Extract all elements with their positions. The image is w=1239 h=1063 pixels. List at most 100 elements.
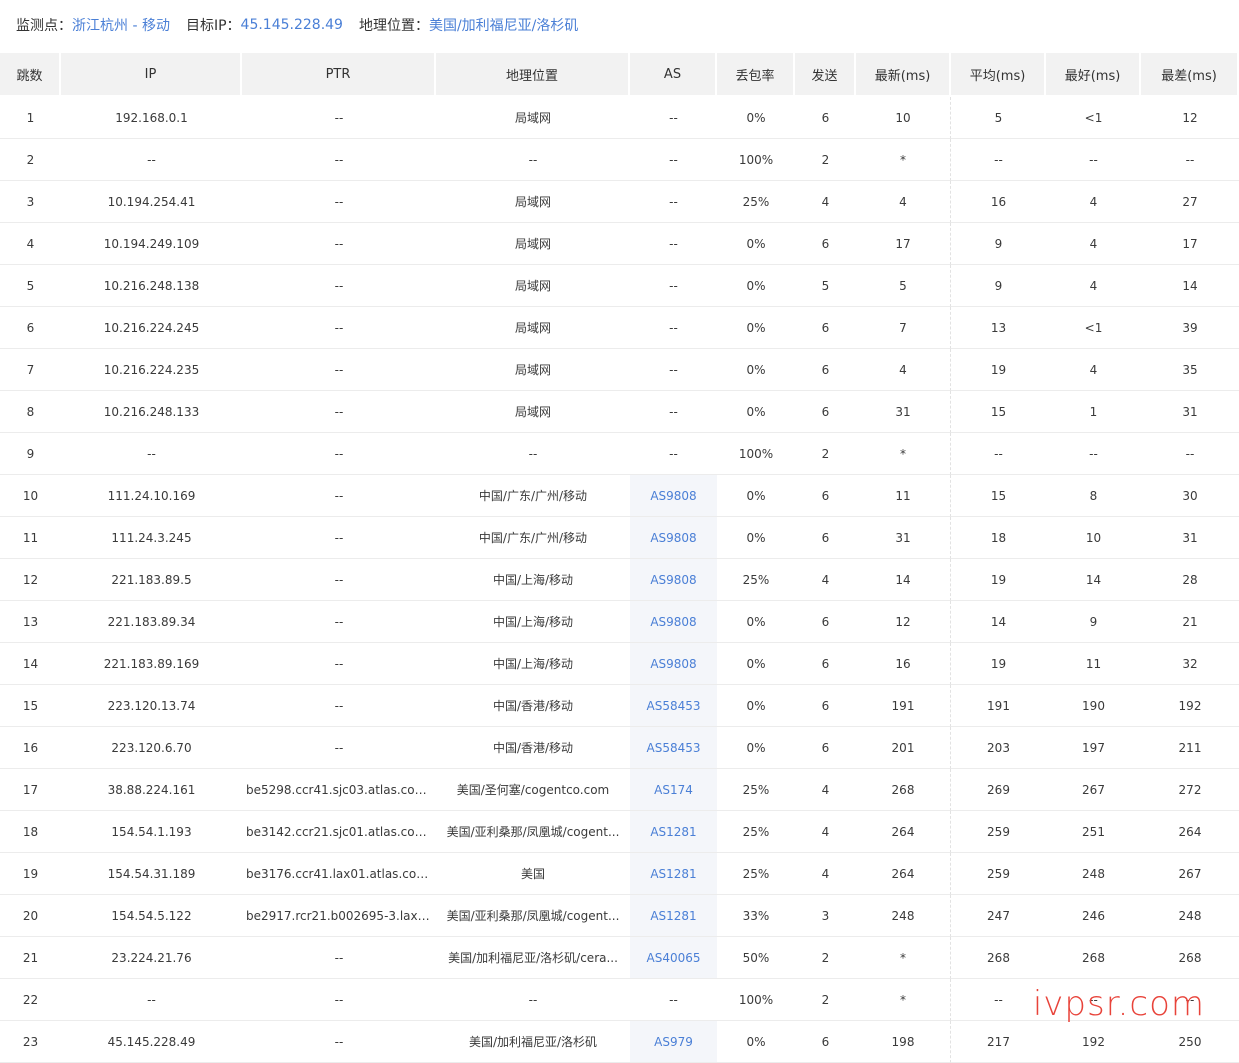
cell-ip: 23.224.21.76 <box>61 937 242 979</box>
cell-best: <1 <box>1046 97 1141 139</box>
cell-ptr: -- <box>242 559 436 601</box>
cell-loss: 0% <box>717 349 795 391</box>
table-row: 7 10.216.224.235 -- 局域网 -- 0% 6 4 19 4 35 <box>0 349 1239 391</box>
cell-worst: 39 <box>1141 307 1239 349</box>
cell-ip: 10.216.248.133 <box>61 391 242 433</box>
cell-ip: 10.194.249.109 <box>61 223 242 265</box>
col-loss-header: 丢包率 <box>717 53 795 97</box>
cell-as: AS9808 <box>630 643 717 685</box>
cell-avg: 19 <box>951 559 1046 601</box>
table-row: 11 111.24.3.245 -- 中国/广东/广州/移动 AS9808 0% 6 31 18… <box>0 517 1239 559</box>
cell-best: 14 <box>1046 559 1141 601</box>
cell-last: 17 <box>856 223 951 265</box>
cell-hop: 7 <box>0 349 61 391</box>
cell-sent: 4 <box>795 853 856 895</box>
cell-ptr: -- <box>242 517 436 559</box>
as-link[interactable]: AS1281 <box>650 909 696 923</box>
cell-last: 7 <box>856 307 951 349</box>
cell-loss: 0% <box>717 391 795 433</box>
cell-ip: 10.216.224.245 <box>61 307 242 349</box>
cell-worst: 27 <box>1141 181 1239 223</box>
cell-ip: -- <box>61 433 242 475</box>
cell-hop: 2 <box>0 139 61 181</box>
cell-last: 5 <box>856 265 951 307</box>
as-link[interactable]: AS979 <box>654 1035 693 1049</box>
as-link[interactable]: AS9808 <box>650 573 696 587</box>
cell-ptr: -- <box>242 265 436 307</box>
as-link[interactable]: AS58453 <box>647 699 701 713</box>
cell-ip: 221.183.89.5 <box>61 559 242 601</box>
cell-ptr: -- <box>242 1021 436 1063</box>
cell-geo: 中国/广东/广州/移动 <box>436 475 630 517</box>
table-row: 21 23.224.21.76 -- 美国/加利福尼亚/洛杉矶/cera... AS40… <box>0 937 1239 979</box>
cell-ptr: -- <box>242 979 436 1021</box>
cell-worst: 268 <box>1141 937 1239 979</box>
cell-best: 190 <box>1046 685 1141 727</box>
monitor-value[interactable]: 浙江杭州 - 移动 <box>72 15 170 35</box>
cell-sent: 6 <box>795 97 856 139</box>
cell-worst: 267 <box>1141 853 1239 895</box>
geo-value[interactable]: 美国/加利福尼亚/洛杉矶 <box>429 15 578 35</box>
cell-avg: 19 <box>951 349 1046 391</box>
as-link[interactable]: AS1281 <box>650 825 696 839</box>
cell-geo: 美国/圣何塞/cogentco.com <box>436 769 630 811</box>
cell-as: AS9808 <box>630 475 717 517</box>
table-row: 8 10.216.248.133 -- 局域网 -- 0% 6 31 15 1 31 <box>0 391 1239 433</box>
cell-avg: 9 <box>951 223 1046 265</box>
cell-as: AS9808 <box>630 559 717 601</box>
monitor-label: 监测点： <box>16 18 72 34</box>
cell-best: 192 <box>1046 1021 1141 1063</box>
as-link[interactable]: AS9808 <box>650 531 696 545</box>
cell-best: -- <box>1046 979 1141 1021</box>
cell-as: -- <box>630 181 717 223</box>
cell-last: 31 <box>856 517 951 559</box>
cell-ip: 10.194.254.41 <box>61 181 242 223</box>
cell-ptr: -- <box>242 181 436 223</box>
cell-hop: 15 <box>0 685 61 727</box>
as-link[interactable]: AS9808 <box>650 615 696 629</box>
cell-avg: 14 <box>951 601 1046 643</box>
cell-last: * <box>856 979 951 1021</box>
cell-worst: 250 <box>1141 1021 1239 1063</box>
table-row: 4 10.194.249.109 -- 局域网 -- 0% 6 17 9 4 17 <box>0 223 1239 265</box>
cell-sent: 6 <box>795 643 856 685</box>
cell-last: 198 <box>856 1021 951 1063</box>
cell-loss: 100% <box>717 979 795 1021</box>
cell-hop: 18 <box>0 811 61 853</box>
col-ip-header: IP <box>61 53 242 97</box>
cell-geo: 局域网 <box>436 223 630 265</box>
cell-best: 197 <box>1046 727 1141 769</box>
cell-best: 8 <box>1046 475 1141 517</box>
cell-geo: 中国/上海/移动 <box>436 559 630 601</box>
cell-geo: 局域网 <box>436 307 630 349</box>
table-row: 2 -- -- -- -- 100% 2 * -- -- -- <box>0 139 1239 181</box>
target-ip-value[interactable]: 45.145.228.49 <box>241 17 343 33</box>
cell-geo: 美国 <box>436 853 630 895</box>
cell-loss: 25% <box>717 811 795 853</box>
as-link[interactable]: AS9808 <box>650 657 696 671</box>
as-link[interactable]: AS174 <box>654 783 693 797</box>
cell-ptr: -- <box>242 937 436 979</box>
cell-as: -- <box>630 97 717 139</box>
table-row: 9 -- -- -- -- 100% 2 * -- -- -- <box>0 433 1239 475</box>
cell-avg: 259 <box>951 853 1046 895</box>
cell-loss: 0% <box>717 307 795 349</box>
cell-ptr: -- <box>242 97 436 139</box>
cell-geo: 中国/香港/移动 <box>436 685 630 727</box>
cell-geo: 局域网 <box>436 391 630 433</box>
cell-as: AS58453 <box>630 727 717 769</box>
as-link[interactable]: AS58453 <box>647 741 701 755</box>
table-row: 22 -- -- -- -- 100% 2 * -- -- -- <box>0 979 1239 1021</box>
as-link[interactable]: AS9808 <box>650 489 696 503</box>
cell-sent: 6 <box>795 601 856 643</box>
cell-last: 11 <box>856 475 951 517</box>
table-header-row: 跳数 IP PTR 地理位置 AS 丢包率 发送 最新(ms) 平均(ms) 最… <box>0 53 1239 97</box>
cell-sent: 6 <box>795 307 856 349</box>
cell-hop: 13 <box>0 601 61 643</box>
as-link[interactable]: AS40065 <box>647 951 701 965</box>
cell-as: -- <box>630 349 717 391</box>
cell-sent: 2 <box>795 937 856 979</box>
as-link[interactable]: AS1281 <box>650 867 696 881</box>
cell-last: * <box>856 937 951 979</box>
cell-avg: 268 <box>951 937 1046 979</box>
